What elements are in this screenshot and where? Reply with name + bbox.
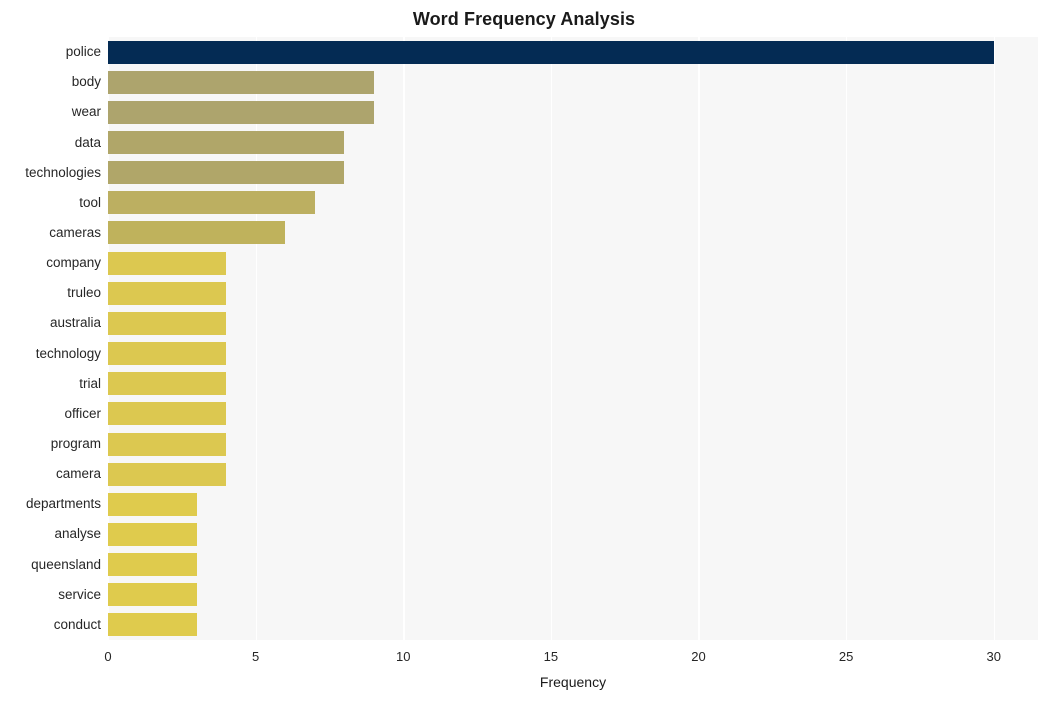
y-tick-label: body <box>71 74 101 90</box>
y-tick-label: cameras <box>49 224 101 240</box>
x-tick-label: 30 <box>986 649 1001 664</box>
bar[interactable] <box>108 311 227 335</box>
bar[interactable] <box>108 342 227 366</box>
bar[interactable] <box>108 251 227 275</box>
gridline-x-5 <box>255 37 257 640</box>
bar[interactable] <box>108 402 227 426</box>
y-tick-label: australia <box>49 315 101 331</box>
x-tick-label: 20 <box>691 649 706 664</box>
bar[interactable] <box>108 372 227 396</box>
gridline-x-30 <box>993 37 995 640</box>
bar[interactable] <box>108 281 227 305</box>
gridline-x-10 <box>403 37 405 640</box>
bar[interactable] <box>108 191 315 215</box>
x-tick-label: 10 <box>396 649 411 664</box>
bar[interactable] <box>108 70 374 94</box>
bar[interactable] <box>108 522 197 546</box>
bar[interactable] <box>108 131 345 155</box>
bar[interactable] <box>108 613 197 637</box>
y-tick-label: service <box>58 586 101 602</box>
bar[interactable] <box>108 583 197 607</box>
y-tick-label: truleo <box>67 285 101 301</box>
x-tick-label: 0 <box>104 649 112 664</box>
gridline-x-20 <box>698 37 700 640</box>
y-tick-label: police <box>65 44 101 60</box>
x-tick-label: 15 <box>543 649 559 664</box>
y-tick-label: company <box>46 255 101 271</box>
bar[interactable] <box>108 553 197 577</box>
bar[interactable] <box>108 492 197 516</box>
y-tick-label: analyse <box>54 526 101 542</box>
gridline-x-25 <box>846 37 848 640</box>
x-tick-label: 5 <box>251 649 260 664</box>
y-tick-label: data <box>74 134 101 150</box>
word-frequency-bar-chart: Word Frequency Analysis police body wear da… <box>0 0 1048 701</box>
y-tick-label: program <box>50 436 101 452</box>
bar[interactable] <box>108 161 345 185</box>
gridline-x-0 <box>108 37 110 640</box>
bar[interactable] <box>108 432 227 456</box>
y-tick-label: conduct <box>53 616 101 632</box>
bar[interactable] <box>108 462 227 486</box>
y-tick-label: trial <box>79 375 101 391</box>
chart-title: Word Frequency Analysis <box>412 9 636 29</box>
y-tick-label: departments <box>25 496 101 512</box>
y-tick-label: wear <box>71 104 101 120</box>
y-tick-label: technologies <box>25 164 101 180</box>
y-tick-label: technology <box>35 345 101 361</box>
y-tick-label: tool <box>79 194 101 210</box>
y-tick-label: officer <box>64 405 101 421</box>
bar[interactable] <box>108 221 286 245</box>
x-tick-label: 25 <box>838 649 854 664</box>
plot-area <box>108 37 1038 640</box>
y-tick-label: camera <box>55 466 101 482</box>
y-tick-label: queensland <box>31 556 101 572</box>
x-axis-label: Frequency <box>539 674 607 690</box>
bar[interactable] <box>108 100 374 124</box>
bar[interactable] <box>108 40 994 64</box>
gridline-x-15 <box>550 37 553 640</box>
